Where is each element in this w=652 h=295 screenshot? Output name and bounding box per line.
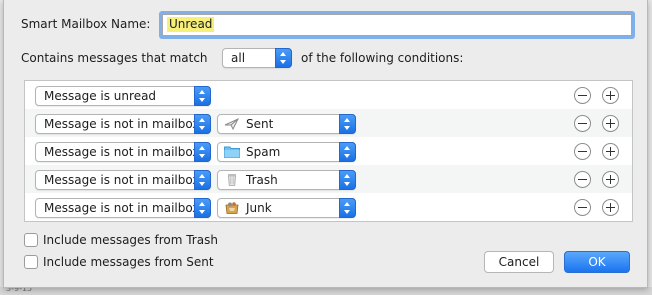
- condition-select[interactable]: Message is unread: [35, 86, 211, 106]
- cancel-button[interactable]: Cancel: [484, 251, 554, 273]
- condition-row: Message is not in mailbox Junk: [25, 193, 632, 221]
- mailbox-select-value: Trash: [246, 173, 278, 187]
- match-suffix-label: of the following conditions:: [301, 51, 464, 65]
- condition-stepper-icon: [194, 86, 211, 106]
- add-condition-button[interactable]: [602, 171, 619, 188]
- remove-condition-button[interactable]: [574, 143, 591, 160]
- condition-stepper-icon: [194, 114, 211, 134]
- match-prefix-label: Contains messages that match: [21, 51, 208, 65]
- mailbox-select[interactable]: Junk: [217, 198, 356, 218]
- add-condition-button[interactable]: [602, 199, 619, 216]
- mailbox-select-value: Junk: [246, 201, 272, 215]
- add-condition-button[interactable]: [602, 143, 619, 160]
- match-mode-value: all: [231, 51, 246, 65]
- mailbox-name-field[interactable]: Unread: [162, 14, 632, 36]
- include-trash-label: Include messages from Trash: [43, 233, 218, 247]
- add-condition-button[interactable]: [602, 87, 619, 104]
- mailbox-name-value: Unread: [167, 17, 215, 32]
- match-mode-stepper-icon: [275, 48, 292, 68]
- remove-condition-button[interactable]: [574, 87, 591, 104]
- condition-select-value: Message is not in mailbox: [44, 173, 200, 187]
- add-condition-button[interactable]: [602, 115, 619, 132]
- condition-row: Message is unread: [25, 81, 632, 109]
- condition-row: Message is not in mailbox Trash: [25, 165, 632, 193]
- trash-icon: [224, 173, 240, 186]
- condition-select-value: Message is not in mailbox: [44, 145, 200, 159]
- folder-icon: [224, 145, 240, 158]
- include-sent-label: Include messages from Sent: [43, 255, 214, 269]
- remove-condition-button[interactable]: [574, 199, 591, 216]
- match-mode-select[interactable]: all: [222, 48, 292, 68]
- background-window-strip: 3-9-15: [0, 284, 652, 295]
- include-sent-checkbox[interactable]: [24, 255, 38, 269]
- mailbox-select-value: Sent: [246, 117, 274, 131]
- condition-stepper-icon: [194, 198, 211, 218]
- condition-select-value: Message is unread: [44, 89, 157, 103]
- condition-select-value: Message is not in mailbox: [44, 117, 200, 131]
- conditions-list: Message is unread Message is not in mail…: [24, 80, 633, 222]
- condition-select-value: Message is not in mailbox: [44, 201, 200, 215]
- mailbox-select[interactable]: Sent: [217, 114, 356, 134]
- condition-row: Message is not in mailbox Sent: [25, 109, 632, 137]
- junk-icon: [224, 201, 240, 214]
- remove-condition-button[interactable]: [574, 171, 591, 188]
- smart-mailbox-sheet: Smart Mailbox Name: Unread Contains mess…: [3, 0, 648, 288]
- condition-stepper-icon: [194, 170, 211, 190]
- mailbox-select[interactable]: Trash: [217, 170, 356, 190]
- include-trash-checkbox[interactable]: [24, 233, 38, 247]
- condition-select[interactable]: Message is not in mailbox: [35, 170, 211, 190]
- condition-stepper-icon: [194, 142, 211, 162]
- mailbox-stepper-icon: [339, 170, 356, 190]
- mailbox-select[interactable]: Spam: [217, 142, 356, 162]
- condition-select[interactable]: Message is not in mailbox: [35, 198, 211, 218]
- condition-select[interactable]: Message is not in mailbox: [35, 142, 211, 162]
- ok-button[interactable]: OK: [564, 251, 630, 273]
- mailbox-select-value: Spam: [246, 145, 281, 159]
- mailbox-stepper-icon: [339, 114, 356, 134]
- condition-row: Message is not in mailbox Spam: [25, 137, 632, 165]
- mailbox-name-label: Smart Mailbox Name:: [21, 17, 151, 31]
- condition-select[interactable]: Message is not in mailbox: [35, 114, 211, 134]
- sent-icon: [224, 117, 240, 131]
- mailbox-stepper-icon: [339, 142, 356, 162]
- mailbox-stepper-icon: [339, 198, 356, 218]
- remove-condition-button[interactable]: [574, 115, 591, 132]
